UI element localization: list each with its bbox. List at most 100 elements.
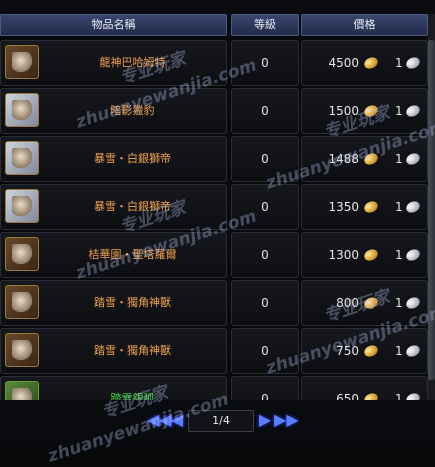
item-row[interactable]: 龍神巴哈姆特 0 4500 1 <box>0 40 435 86</box>
item-price-cell: 750 1 <box>301 328 428 374</box>
item-level: 0 <box>261 392 269 400</box>
item-price-cell: 650 1 <box>301 376 428 400</box>
gold-coin-icon <box>362 55 380 71</box>
item-name-cell: 暴雪・白銀獅帝 <box>0 184 227 230</box>
item-row[interactable]: 踏雪銀狐 0 650 1 <box>0 376 435 400</box>
header-level[interactable]: 等級 <box>231 14 299 36</box>
item-name-cell: 踏雪銀狐 <box>0 376 227 400</box>
fox-icon[interactable] <box>5 381 39 400</box>
item-price: 1500 <box>328 104 359 118</box>
item-name: 龍神巴哈姆特 <box>99 56 166 69</box>
item-name: 暗影獵豹 <box>110 104 155 117</box>
item-price: 1488 <box>328 152 359 166</box>
item-level-cell: 0 <box>231 184 299 230</box>
item-name-cell: 踏雪・獨角神獸 <box>0 280 227 326</box>
item-name-cell: 踏雪・獨角神獸 <box>0 328 227 374</box>
item-quantity: 1 <box>395 104 403 118</box>
item-price-cell: 800 1 <box>301 280 428 326</box>
gold-coin-icon <box>362 151 380 167</box>
unicorn-icon[interactable] <box>5 333 39 367</box>
item-name: 踏雪・獨角神獸 <box>94 296 171 309</box>
item-price-cell: 1488 1 <box>301 136 428 182</box>
item-row[interactable]: 踏雪・獨角神獸 0 750 1 <box>0 328 435 374</box>
header-price[interactable]: 價格 <box>301 14 428 36</box>
item-name: 桔華園・聖塔羅爾 <box>88 248 177 261</box>
item-price: 1300 <box>328 248 359 262</box>
header-item-name[interactable]: 物品名稱 <box>0 14 227 36</box>
item-level-cell: 0 <box>231 88 299 134</box>
silver-coin-icon <box>404 391 422 400</box>
item-price: 750 <box>336 344 359 358</box>
item-name: 踏雪・獨角神獸 <box>94 344 171 357</box>
item-quantity: 1 <box>395 248 403 262</box>
lion-icon[interactable] <box>5 141 39 175</box>
item-row[interactable]: 暴雪・白銀獅帝 0 1488 1 <box>0 136 435 182</box>
item-price-cell: 4500 1 <box>301 40 428 86</box>
prev-page-icon[interactable]: ◀ <box>168 409 186 431</box>
next-page-icon[interactable]: ▶ <box>256 409 274 431</box>
page-indicator: 1/4 <box>188 410 254 432</box>
silver-coin-icon <box>404 55 422 71</box>
gold-coin-icon <box>362 199 380 215</box>
item-name: 暴雪・白銀獅帝 <box>94 152 171 165</box>
item-name-cell: 桔華園・聖塔羅爾 <box>0 232 227 278</box>
item-quantity: 1 <box>395 344 403 358</box>
item-quantity: 1 <box>395 296 403 310</box>
item-quantity: 1 <box>395 392 403 400</box>
item-price-cell: 1350 1 <box>301 184 428 230</box>
unicorn-icon[interactable] <box>5 285 39 319</box>
scrollbar-thumb[interactable] <box>428 40 435 380</box>
first-page-icon[interactable]: ◀◀ <box>147 409 172 431</box>
item-level: 0 <box>261 152 269 166</box>
item-price: 800 <box>336 296 359 310</box>
item-row[interactable]: 桔華園・聖塔羅爾 0 1300 1 <box>0 232 435 278</box>
silver-coin-icon <box>404 199 422 215</box>
item-level: 0 <box>261 344 269 358</box>
item-level: 0 <box>261 296 269 310</box>
item-level-cell: 0 <box>231 280 299 326</box>
item-level-cell: 0 <box>231 40 299 86</box>
silver-coin-icon <box>404 295 422 311</box>
item-price-cell: 1300 1 <box>301 232 428 278</box>
item-name: 暴雪・白銀獅帝 <box>94 200 171 213</box>
item-level-cell: 0 <box>231 232 299 278</box>
item-level: 0 <box>261 104 269 118</box>
silver-coin-icon <box>404 343 422 359</box>
item-list: 龍神巴哈姆特 0 4500 1 暗影獵豹 0 1500 1 暴雪・白銀獅帝 0 … <box>0 40 435 400</box>
item-price: 650 <box>336 392 359 400</box>
gold-coin-icon <box>362 247 380 263</box>
item-level: 0 <box>261 200 269 214</box>
last-page-icon[interactable]: ▶▶ <box>274 409 299 431</box>
item-price: 1350 <box>328 200 359 214</box>
item-name-cell: 暗影獵豹 <box>0 88 227 134</box>
top-strip <box>0 0 435 14</box>
gold-coin-icon <box>362 295 380 311</box>
creature-icon[interactable] <box>5 237 39 271</box>
lion-icon[interactable] <box>5 189 39 223</box>
item-row[interactable]: 暗影獵豹 0 1500 1 <box>0 88 435 134</box>
item-level: 0 <box>261 248 269 262</box>
table-header: 物品名稱 等級 價格 <box>0 14 435 36</box>
item-quantity: 1 <box>395 200 403 214</box>
silver-coin-icon <box>404 103 422 119</box>
gold-coin-icon <box>362 103 380 119</box>
item-level: 0 <box>261 56 269 70</box>
item-row[interactable]: 暴雪・白銀獅帝 0 1350 1 <box>0 184 435 230</box>
item-level-cell: 0 <box>231 328 299 374</box>
item-level-cell: 0 <box>231 136 299 182</box>
item-name-cell: 龍神巴哈姆特 <box>0 40 227 86</box>
item-price-cell: 1500 1 <box>301 88 428 134</box>
silver-coin-icon <box>404 151 422 167</box>
item-name-cell: 暴雪・白銀獅帝 <box>0 136 227 182</box>
item-price: 4500 <box>328 56 359 70</box>
armor-icon[interactable] <box>5 45 39 79</box>
silver-coin-icon <box>404 247 422 263</box>
item-name: 踏雪銀狐 <box>110 392 155 400</box>
item-row[interactable]: 踏雪・獨角神獸 0 800 1 <box>0 280 435 326</box>
item-quantity: 1 <box>395 152 403 166</box>
gold-coin-icon <box>362 343 380 359</box>
item-quantity: 1 <box>395 56 403 70</box>
item-level-cell: 0 <box>231 376 299 400</box>
beast-icon[interactable] <box>5 93 39 127</box>
gold-coin-icon <box>362 391 380 400</box>
